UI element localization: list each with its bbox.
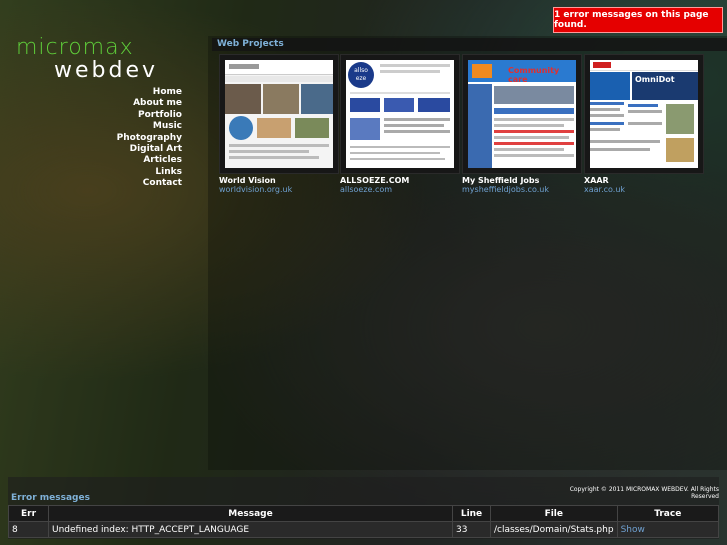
project-title[interactable]: XAAR — [584, 176, 702, 185]
nav-articles[interactable]: Articles — [80, 155, 182, 166]
project-card[interactable]: allso eze ALLSOEZE.COM allsoeze.com — [340, 54, 460, 194]
logo-micromax: micromax — [16, 35, 134, 60]
col-err: Err — [8, 505, 49, 522]
project-url[interactable]: worldvision.org.uk — [219, 185, 337, 194]
nav-home[interactable]: Home — [80, 87, 182, 98]
error-count-banner: 1 error messages on this page found. — [553, 7, 723, 33]
error-table: Err Message Line File Trace 8 Undefined … — [8, 505, 720, 538]
col-line: Line — [452, 505, 491, 522]
xaar-banner-text: OmniDot — [632, 72, 698, 100]
nav-music[interactable]: Music — [80, 121, 182, 132]
cell-trace: Show — [616, 521, 720, 538]
nav-links[interactable]: Links — [80, 167, 182, 178]
col-message: Message — [48, 505, 453, 522]
nav-portfolio[interactable]: Portfolio — [80, 110, 182, 121]
project-title[interactable]: ALLSOEZE.COM — [340, 176, 458, 185]
show-trace-link[interactable]: Show — [621, 525, 645, 535]
project-thumbnail[interactable] — [219, 54, 339, 174]
project-thumbnail[interactable]: allso eze — [340, 54, 460, 174]
project-title[interactable]: World Vision — [219, 176, 337, 185]
nav-about-me[interactable]: About me — [80, 98, 182, 109]
project-card[interactable]: Community care My Sheffield Jobs mysheff… — [462, 54, 582, 194]
project-card[interactable]: World Vision worldvision.org.uk — [219, 54, 339, 194]
nav-contact[interactable]: Contact — [80, 178, 182, 189]
cell-message: Undefined index: HTTP_ACCEPT_LANGUAGE — [48, 521, 453, 538]
copyright-text: Copyright © 2011 MICROMAX WEBDEV. All Ri… — [569, 486, 719, 500]
sheffield-banner-text: Community care — [508, 66, 560, 84]
error-messages-title: Error messages — [11, 493, 90, 503]
project-url[interactable]: allsoeze.com — [340, 185, 458, 194]
project-url[interactable]: xaar.co.uk — [584, 185, 702, 194]
col-trace: Trace — [616, 505, 720, 522]
project-url[interactable]: mysheffieldjobs.co.uk — [462, 185, 580, 194]
table-row: 8 Undefined index: HTTP_ACCEPT_LANGUAGE … — [8, 521, 720, 538]
cell-file: /classes/Domain/Stats.php — [490, 521, 618, 538]
col-file: File — [490, 505, 618, 522]
error-table-header: Err Message Line File Trace — [8, 505, 720, 522]
cell-line: 33 — [452, 521, 491, 538]
section-title: Web Projects — [212, 38, 727, 51]
nav-digital-art[interactable]: Digital Art — [80, 144, 182, 155]
allsoeze-logo: allso eze — [348, 62, 374, 88]
project-card[interactable]: OmniDot XAAR xaar.co.uk — [584, 54, 704, 194]
main-nav: Home About me Portfolio Music Photograph… — [80, 87, 182, 190]
project-thumbnail[interactable]: Community care — [462, 54, 582, 174]
project-thumbnail[interactable]: OmniDot — [584, 54, 704, 174]
nav-photography[interactable]: Photography — [80, 133, 182, 144]
cell-err: 8 — [8, 521, 49, 538]
project-title[interactable]: My Sheffield Jobs — [462, 176, 580, 185]
site-logo[interactable]: micromax webdev — [16, 36, 186, 82]
logo-webdev: webdev — [54, 58, 159, 83]
